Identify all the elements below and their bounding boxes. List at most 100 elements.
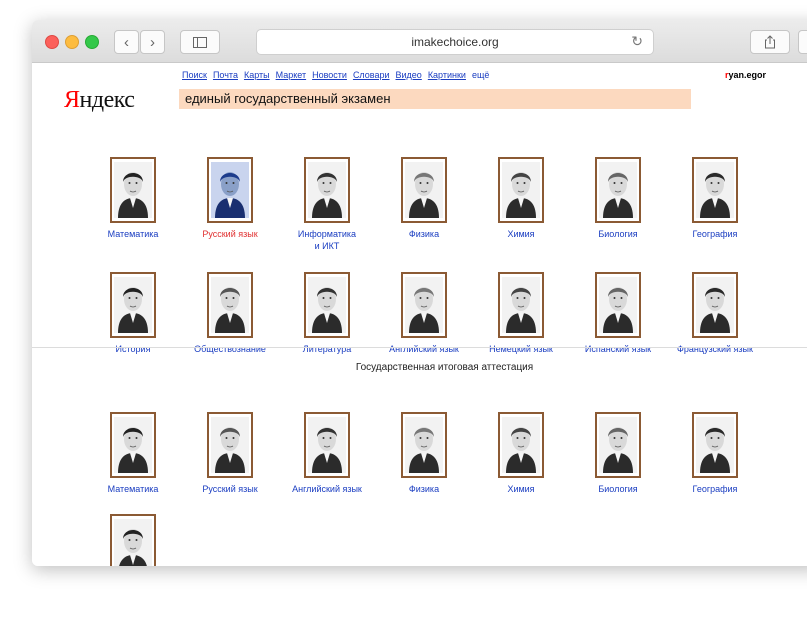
subject-link[interactable]: Испанский язык bbox=[570, 343, 666, 355]
subject-link[interactable]: Математика bbox=[85, 228, 181, 240]
link-images[interactable]: Картинки bbox=[428, 70, 466, 80]
reload-icon[interactable]: ↻ bbox=[631, 33, 643, 50]
gia-subject-card[interactable]: Русский язык bbox=[182, 412, 278, 495]
link-mail[interactable]: Почта bbox=[213, 70, 238, 80]
share-button[interactable] bbox=[750, 30, 790, 54]
close-window-button[interactable] bbox=[45, 35, 59, 49]
ege-subject-card[interactable]: География bbox=[667, 157, 763, 240]
link-dictionaries[interactable]: Словари bbox=[353, 70, 390, 80]
ege-subject-card[interactable]: Русский язык bbox=[182, 157, 278, 240]
gia-subject-card[interactable]: Биология bbox=[570, 412, 666, 495]
gia-subject-card[interactable]: Английский язык bbox=[279, 412, 375, 495]
ege-subject-card[interactable]: Немецкий язык bbox=[473, 272, 569, 355]
ege-subject-card[interactable]: Обществознание bbox=[182, 272, 278, 355]
url-text: imakechoice.org bbox=[411, 35, 499, 49]
search-input[interactable]: единый государственный экзамен bbox=[179, 89, 691, 109]
portrait-frame[interactable] bbox=[498, 272, 544, 338]
portrait-frame[interactable] bbox=[304, 272, 350, 338]
portrait-frame[interactable] bbox=[595, 412, 641, 478]
portrait-frame[interactable] bbox=[401, 157, 447, 223]
portrait-frame[interactable] bbox=[207, 157, 253, 223]
sidebar-toggle-button[interactable] bbox=[180, 30, 220, 54]
gia-subject-card[interactable]: Математика bbox=[85, 412, 181, 495]
ege-subject-card[interactable]: Информатика и ИКТ bbox=[279, 157, 375, 252]
subject-link[interactable]: Английский язык bbox=[279, 483, 375, 495]
subject-link[interactable]: История bbox=[85, 343, 181, 355]
portrait-frame[interactable] bbox=[110, 514, 156, 566]
subject-link[interactable]: Химия bbox=[473, 228, 569, 240]
portrait-frame[interactable] bbox=[304, 157, 350, 223]
page-content: Яндекс Поиск Почта Карты Маркет Новости … bbox=[32, 63, 807, 566]
subject-link[interactable]: Немецкий язык bbox=[473, 343, 569, 355]
username[interactable]: ryan.egor bbox=[725, 70, 766, 80]
portrait-icon bbox=[211, 417, 249, 473]
tabs-button[interactable] bbox=[798, 30, 807, 54]
ege-subject-card[interactable]: Французский язык bbox=[667, 272, 763, 355]
subject-link[interactable]: Физика bbox=[376, 228, 472, 240]
subject-link[interactable]: География bbox=[667, 483, 763, 495]
portrait-frame[interactable] bbox=[207, 272, 253, 338]
portrait-frame[interactable] bbox=[304, 412, 350, 478]
portrait-frame[interactable] bbox=[110, 272, 156, 338]
section-divider bbox=[32, 347, 807, 348]
browser-window: ‹ › imakechoice.org ↻ Яндекс Поиск Почта… bbox=[32, 20, 807, 566]
minimize-window-button[interactable] bbox=[65, 35, 79, 49]
portrait-icon bbox=[599, 417, 637, 473]
link-maps[interactable]: Карты bbox=[244, 70, 270, 80]
portrait-icon bbox=[696, 277, 734, 333]
portrait-icon bbox=[405, 417, 443, 473]
subject-link[interactable]: Биология bbox=[570, 228, 666, 240]
zoom-window-button[interactable] bbox=[85, 35, 99, 49]
portrait-frame[interactable] bbox=[498, 412, 544, 478]
ege-subject-card[interactable]: История bbox=[85, 272, 181, 355]
portrait-icon bbox=[114, 519, 152, 566]
portrait-frame[interactable] bbox=[207, 412, 253, 478]
subject-link[interactable]: Обществознание bbox=[182, 343, 278, 355]
portrait-icon bbox=[405, 162, 443, 218]
portrait-frame[interactable] bbox=[401, 412, 447, 478]
forward-button[interactable]: › bbox=[140, 30, 165, 54]
link-news[interactable]: Новости bbox=[312, 70, 347, 80]
ege-subject-card[interactable]: Математика bbox=[85, 157, 181, 240]
ege-subject-card[interactable]: Испанский язык bbox=[570, 272, 666, 355]
ege-subject-card[interactable]: Химия bbox=[473, 157, 569, 240]
link-video[interactable]: Видео bbox=[396, 70, 422, 80]
subject-link[interactable]: Английский язык bbox=[376, 343, 472, 355]
portrait-frame[interactable] bbox=[110, 412, 156, 478]
portrait-frame[interactable] bbox=[401, 272, 447, 338]
ege-subject-card[interactable]: Литература bbox=[279, 272, 375, 355]
portrait-frame[interactable] bbox=[692, 157, 738, 223]
portrait-frame[interactable] bbox=[595, 157, 641, 223]
subject-link[interactable]: Биология bbox=[570, 483, 666, 495]
portrait-frame[interactable] bbox=[110, 157, 156, 223]
ege-subject-card[interactable]: Физика bbox=[376, 157, 472, 240]
portrait-frame[interactable] bbox=[595, 272, 641, 338]
subject-link[interactable]: Литература bbox=[279, 343, 375, 355]
portrait-frame[interactable] bbox=[692, 272, 738, 338]
gia-subject-card[interactable]: Химия bbox=[473, 412, 569, 495]
link-more[interactable]: ещё bbox=[472, 70, 489, 80]
subject-link[interactable]: Физика bbox=[376, 483, 472, 495]
portrait-frame[interactable] bbox=[692, 412, 738, 478]
ege-subject-card[interactable]: Английский язык bbox=[376, 272, 472, 355]
link-search[interactable]: Поиск bbox=[182, 70, 207, 80]
subject-link[interactable]: География bbox=[667, 228, 763, 240]
portrait-icon bbox=[308, 277, 346, 333]
subject-link[interactable]: Русский язык bbox=[182, 228, 278, 240]
portrait-icon bbox=[502, 162, 540, 218]
gia-subject-card[interactable]: География bbox=[667, 412, 763, 495]
gia-subject-card[interactable]: Физика bbox=[376, 412, 472, 495]
portrait-frame[interactable] bbox=[498, 157, 544, 223]
subject-link[interactable]: Химия bbox=[473, 483, 569, 495]
yandex-logo[interactable]: Яндекс bbox=[64, 87, 135, 114]
link-market[interactable]: Маркет bbox=[276, 70, 306, 80]
portrait-icon bbox=[502, 277, 540, 333]
subject-link[interactable]: Математика bbox=[85, 483, 181, 495]
subject-link[interactable]: Французский язык bbox=[667, 343, 763, 355]
address-bar[interactable]: imakechoice.org ↻ bbox=[256, 29, 654, 55]
gia-subject-card[interactable] bbox=[85, 514, 181, 566]
back-button[interactable]: ‹ bbox=[114, 30, 139, 54]
subject-link[interactable]: Русский язык bbox=[182, 483, 278, 495]
subject-link[interactable]: Информатика и ИКТ bbox=[279, 228, 375, 252]
ege-subject-card[interactable]: Биология bbox=[570, 157, 666, 240]
